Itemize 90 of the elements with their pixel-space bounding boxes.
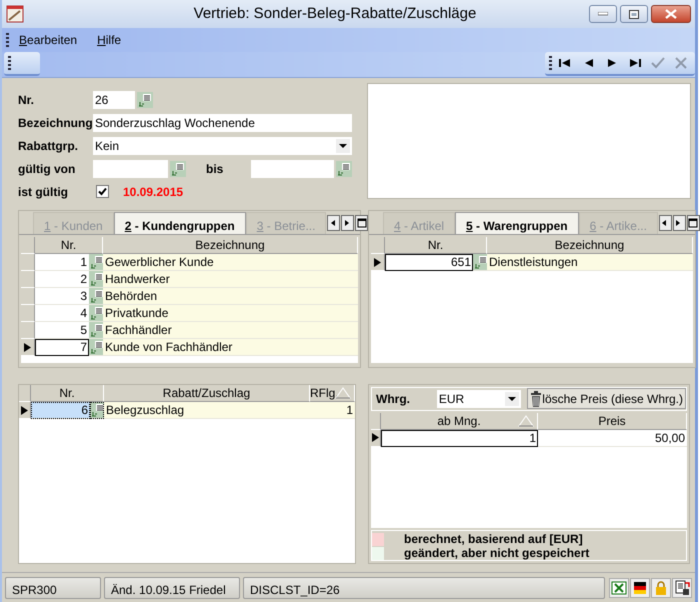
table-cell: Gewerblicher Kunde [103, 254, 358, 271]
row-indicator[interactable] [371, 430, 381, 447]
grip-handle[interactable] [8, 56, 11, 70]
currency-label: Whrg. [376, 390, 411, 408]
minimize-button[interactable] [589, 5, 617, 23]
status-panel: DISCLST_ID=26 [243, 576, 605, 598]
column-header[interactable]: Nr. [35, 237, 103, 254]
header-corner [21, 237, 35, 254]
app-icon [6, 5, 24, 23]
table-cell: Behörden [103, 288, 358, 305]
row-pointer-icon [24, 342, 31, 352]
header-corner [371, 412, 381, 430]
date-field[interactable] [93, 160, 168, 178]
tab-list-button[interactable] [356, 218, 367, 228]
grip-handle[interactable] [549, 56, 552, 70]
table-cell: Fachhändler [103, 322, 358, 339]
table-cell: 6 [31, 402, 90, 419]
number-field[interactable]: 26 [93, 90, 135, 108]
table-cell: 1 [310, 402, 355, 419]
header-corner [19, 385, 31, 402]
column-header[interactable]: Bezeichnung [487, 237, 693, 254]
delete-price-button[interactable]: lösche Preis (diese Whrg.) [527, 388, 686, 410]
status-panel: Änd. 10.09.15 Friedel [104, 576, 240, 598]
row-pointer-icon [374, 258, 381, 266]
table-cell: Belegzuschlag [104, 402, 310, 419]
first-record-icon [558, 56, 572, 70]
field-label: ist gültig [18, 184, 69, 200]
list-icon[interactable] [137, 92, 153, 108]
trash-icon [530, 390, 542, 407]
column-header[interactable]: Preis [538, 412, 687, 430]
menu-item[interactable]: Bearbeiten [17, 31, 80, 49]
currency-select[interactable]: EUR [436, 390, 522, 408]
window-title: Vertrieb: Sonder-Beleg-Rabatte/Zuschläge [192, 4, 478, 24]
validity-date: 10.09.2015 [123, 184, 184, 200]
column-header[interactable]: Nr. [385, 237, 487, 254]
cancel-icon [674, 56, 688, 70]
list-icon[interactable] [170, 160, 186, 176]
legend-text: geändert, aber nicht gespeichert [404, 546, 590, 562]
document-icon[interactable] [674, 580, 690, 596]
last-record-icon [628, 56, 642, 70]
tab-list-button[interactable] [688, 218, 698, 228]
table-cell: 1 [381, 430, 538, 447]
table-cell: Kunde von Fachhändler [103, 339, 358, 356]
maximize-button[interactable] [620, 5, 648, 23]
dropdown-icon[interactable] [505, 392, 520, 406]
discount-group-select[interactable]: Kein [93, 136, 352, 154]
spreadsheet-icon[interactable] [611, 580, 627, 596]
maximize-icon [629, 10, 639, 18]
row-indicator[interactable] [21, 339, 35, 356]
name-field[interactable]: Sonderzuschlag Wochenende [93, 114, 352, 132]
field-label: gültig von [18, 160, 76, 178]
table-cell: Dienstleistungen [487, 254, 693, 271]
select-value: EUR [438, 390, 466, 408]
table-cell: Privatkunde [103, 305, 358, 322]
header-corner [371, 237, 385, 254]
field-label: bis [206, 160, 224, 178]
minimize-icon [598, 12, 608, 16]
field-label: Nr. [18, 92, 36, 108]
table-cell: 50,00 [538, 430, 687, 447]
close-button[interactable] [651, 5, 691, 23]
checkmark-icon [651, 56, 666, 70]
list-icon[interactable] [336, 160, 352, 176]
field-label: Bezeichnung [18, 114, 93, 132]
column-header[interactable]: Nr. [31, 385, 104, 402]
checkbox[interactable] [96, 185, 109, 198]
flag-icon[interactable] [632, 580, 648, 596]
status-panel: SPR300 [5, 576, 101, 598]
menu-item[interactable]: Hilfe [95, 31, 124, 49]
date-field[interactable] [251, 160, 334, 178]
lock-icon[interactable] [653, 580, 669, 596]
column-header[interactable]: Rabatt/Zuschlag [104, 385, 310, 402]
field-label: Rabattgrp. [18, 138, 79, 154]
row-pointer-icon [21, 406, 28, 414]
tab[interactable]: 5 - Warengruppen [455, 212, 579, 234]
column-header[interactable]: ab Mng. [381, 412, 538, 430]
row-indicator[interactable] [19, 402, 31, 419]
column-header[interactable]: Bezeichnung [103, 237, 358, 254]
select-value: Kein [95, 138, 120, 154]
table-cell: 7 [35, 339, 89, 356]
table-cell: 651 [385, 254, 473, 271]
table-cell: Handwerker [103, 271, 358, 288]
sort-icon [518, 414, 534, 427]
column-header[interactable]: RFlg. [310, 385, 355, 402]
row-indicator[interactable] [371, 254, 385, 271]
legend-text: berechnet, basierend auf [EUR] [404, 531, 583, 548]
close-icon [665, 9, 677, 19]
tab[interactable]: 2 - Kundengruppen [114, 212, 246, 234]
grip-handle[interactable] [6, 33, 9, 47]
dropdown-icon[interactable] [336, 138, 350, 152]
row-pointer-icon [372, 433, 379, 442]
